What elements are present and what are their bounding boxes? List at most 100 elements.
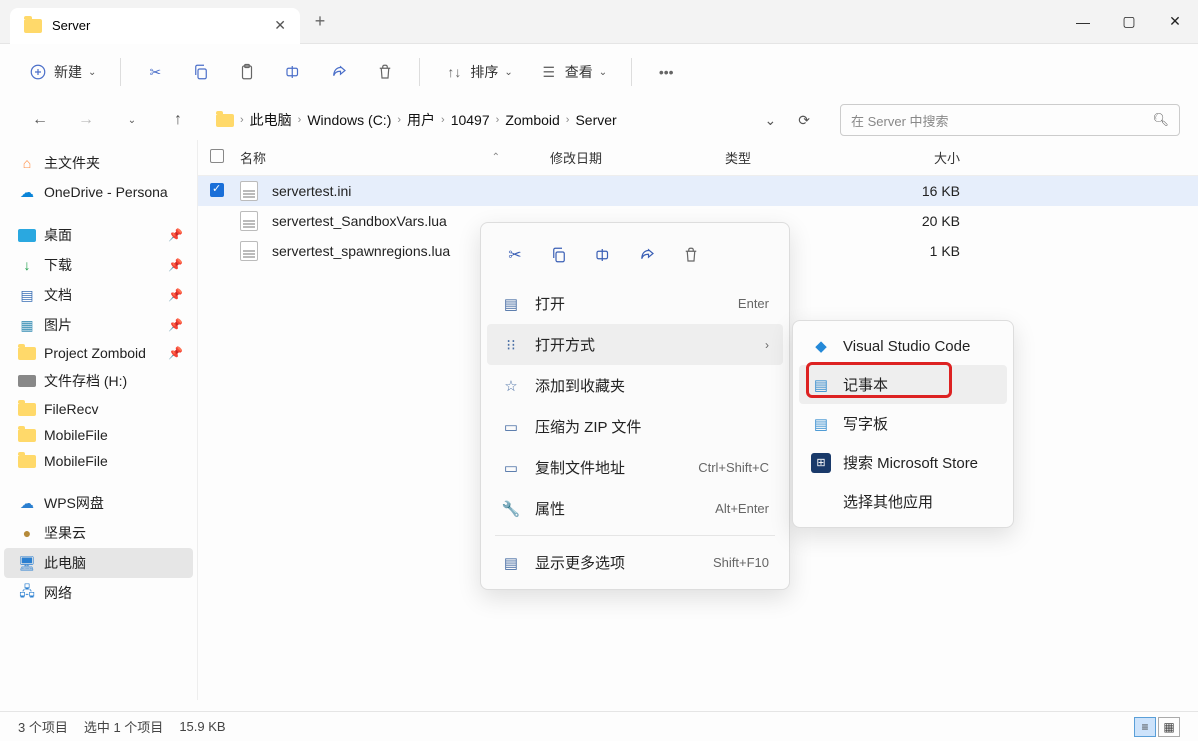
up-button[interactable]: ↑	[162, 104, 194, 136]
ctx-open[interactable]: ▤ 打开 Enter	[487, 283, 783, 324]
sub-wordpad[interactable]: ▤ 写字板	[799, 404, 1007, 443]
copy-button[interactable]	[181, 56, 221, 88]
paste-button[interactable]	[227, 56, 267, 88]
share-button[interactable]	[319, 56, 359, 88]
breadcrumb-part[interactable]: 10497	[451, 112, 490, 128]
file-icon	[240, 211, 258, 231]
tab-title: Server	[52, 18, 90, 33]
ellipsis-icon: •••	[656, 62, 676, 82]
breadcrumb-part[interactable]: 用户	[407, 110, 435, 130]
sidebar-nut[interactable]: ●坚果云	[4, 518, 193, 548]
ctx-copypath[interactable]: ▭ 复制文件地址 Ctrl+Shift+C	[487, 447, 783, 488]
maximize-button[interactable]: ▢	[1106, 0, 1152, 44]
ctx-more[interactable]: ▤ 显示更多选项 Shift+F10	[487, 542, 783, 583]
folder-icon	[216, 114, 234, 127]
list-icon: ☰	[539, 62, 559, 82]
statusbar: 3 个项目 选中 1 个项目 15.9 KB ≡ ▦	[0, 711, 1198, 741]
back-button[interactable]: ←	[24, 104, 56, 136]
breadcrumb-part[interactable]: Windows (C:)	[307, 112, 391, 128]
minimize-button[interactable]: —	[1060, 0, 1106, 44]
sidebar-item-mobile1[interactable]: MobileFile	[4, 422, 193, 448]
new-button[interactable]: 新建 ⌄	[18, 56, 106, 88]
ctx-cut-button[interactable]: ✂	[495, 237, 535, 273]
desktop-icon	[18, 229, 36, 242]
breadcrumb-part[interactable]: Zomboid	[505, 112, 559, 128]
status-count: 3 个项目	[18, 717, 68, 736]
sub-vscode[interactable]: ◆ Visual Studio Code	[799, 327, 1007, 365]
file-size: 16 KB	[870, 183, 960, 199]
search-placeholder: 在 Server 中搜索	[851, 111, 949, 130]
sidebar-item-filerecv[interactable]: FileRecv	[4, 396, 193, 422]
ctx-zip[interactable]: ▭ 压缩为 ZIP 文件	[487, 406, 783, 447]
history-dropdown[interactable]: ⌄	[757, 112, 785, 129]
cloud-icon: ☁	[18, 494, 36, 512]
view-details-button[interactable]: ≡	[1134, 717, 1156, 737]
column-name[interactable]: 名称⌃	[240, 148, 550, 167]
close-button[interactable]: ✕	[1152, 0, 1198, 44]
breadcrumb-part[interactable]: 此电脑	[250, 110, 292, 130]
zip-icon: ▭	[501, 418, 521, 436]
sidebar-wps[interactable]: ☁WPS网盘	[4, 488, 193, 518]
column-date[interactable]: 修改日期	[550, 148, 725, 167]
file-icon	[240, 181, 258, 201]
ctx-delete-button[interactable]	[671, 237, 711, 273]
file-row[interactable]: servertest.ini 16 KB	[198, 176, 1198, 206]
chevron-down-icon: ⌄	[599, 67, 607, 78]
sort-button[interactable]: ↑↓ 排序 ⌄	[434, 56, 522, 88]
recent-button[interactable]: ⌄	[116, 104, 148, 136]
row-checkbox[interactable]	[210, 183, 224, 197]
view-icons-button[interactable]: ▦	[1158, 717, 1180, 737]
sidebar-home[interactable]: ⌂主文件夹	[4, 148, 193, 178]
sidebar-documents[interactable]: ▤文档📌	[4, 280, 193, 310]
ctx-properties[interactable]: 🔧 属性 Alt+Enter	[487, 488, 783, 529]
chevron-down-icon: ⌄	[504, 67, 512, 78]
sidebar-downloads[interactable]: ↓下载📌	[4, 250, 193, 280]
ctx-openwith[interactable]: ⁝⁝ 打开方式 ›	[487, 324, 783, 365]
tab-server[interactable]: Server ✕	[10, 8, 300, 44]
delete-button[interactable]	[365, 56, 405, 88]
sidebar-pictures[interactable]: ▦图片📌	[4, 310, 193, 340]
more-icon: ▤	[501, 554, 521, 572]
sub-store[interactable]: ⊞ 搜索 Microsoft Store	[799, 443, 1007, 482]
sidebar-onedrive[interactable]: ☁OneDrive - Persona	[4, 178, 193, 206]
breadcrumb-part[interactable]: Server	[575, 112, 616, 128]
column-size[interactable]: 大小	[870, 148, 960, 167]
address-bar: ← → ⌄ ↑ › 此电脑› Windows (C:)› 用户› 10497› …	[0, 100, 1198, 140]
sidebar-item-mobile2[interactable]: MobileFile	[4, 448, 193, 474]
select-all-checkbox[interactable]	[210, 149, 224, 163]
refresh-button[interactable]: ⟳	[790, 112, 818, 129]
new-tab-button[interactable]: +	[300, 11, 340, 32]
ctx-share-button[interactable]	[627, 237, 667, 273]
forward-button[interactable]: →	[70, 104, 102, 136]
sidebar-network[interactable]: 🖧网络	[4, 578, 193, 608]
column-type[interactable]: 类型	[725, 148, 870, 167]
openwith-icon: ⁝⁝	[501, 336, 521, 354]
sidebar-thispc[interactable]: 🖥此电脑	[4, 548, 193, 578]
sub-notepad[interactable]: ▤ 记事本	[799, 365, 1007, 404]
ctx-favorite[interactable]: ☆ 添加到收藏夹	[487, 365, 783, 406]
sort-label: 排序	[470, 62, 498, 82]
cut-button[interactable]: ✂	[135, 56, 175, 88]
rename-button[interactable]	[273, 56, 313, 88]
ctx-rename-button[interactable]	[583, 237, 623, 273]
sub-chooseother[interactable]: 选择其他应用	[799, 482, 1007, 521]
pin-icon: 📌	[168, 288, 183, 302]
open-icon: ▤	[501, 295, 521, 313]
nut-icon: ●	[18, 524, 36, 542]
breadcrumb[interactable]: › 此电脑› Windows (C:)› 用户› 10497› Zomboid›…	[208, 106, 826, 134]
ctx-copy-button[interactable]	[539, 237, 579, 273]
wordpad-icon: ▤	[811, 414, 831, 434]
sidebar-desktop[interactable]: 桌面📌	[4, 220, 193, 250]
path-icon: ▭	[501, 459, 521, 477]
search-input[interactable]: 在 Server 中搜索 🔍︎	[840, 104, 1180, 136]
vscode-icon: ◆	[811, 336, 831, 356]
file-icon	[240, 241, 258, 261]
sidebar-item-hdrive[interactable]: 文件存档 (H:)	[4, 366, 193, 396]
sidebar-item-zomboid[interactable]: Project Zomboid📌	[4, 340, 193, 366]
view-button[interactable]: ☰ 查看 ⌄	[529, 56, 617, 88]
wrench-icon: 🔧	[501, 500, 521, 518]
more-button[interactable]: •••	[646, 56, 686, 88]
titlebar: Server ✕ + — ▢ ✕	[0, 0, 1198, 44]
sidebar: ⌂主文件夹 ☁OneDrive - Persona 桌面📌 ↓下载📌 ▤文档📌 …	[0, 140, 198, 700]
close-tab-icon[interactable]: ✕	[274, 17, 286, 34]
